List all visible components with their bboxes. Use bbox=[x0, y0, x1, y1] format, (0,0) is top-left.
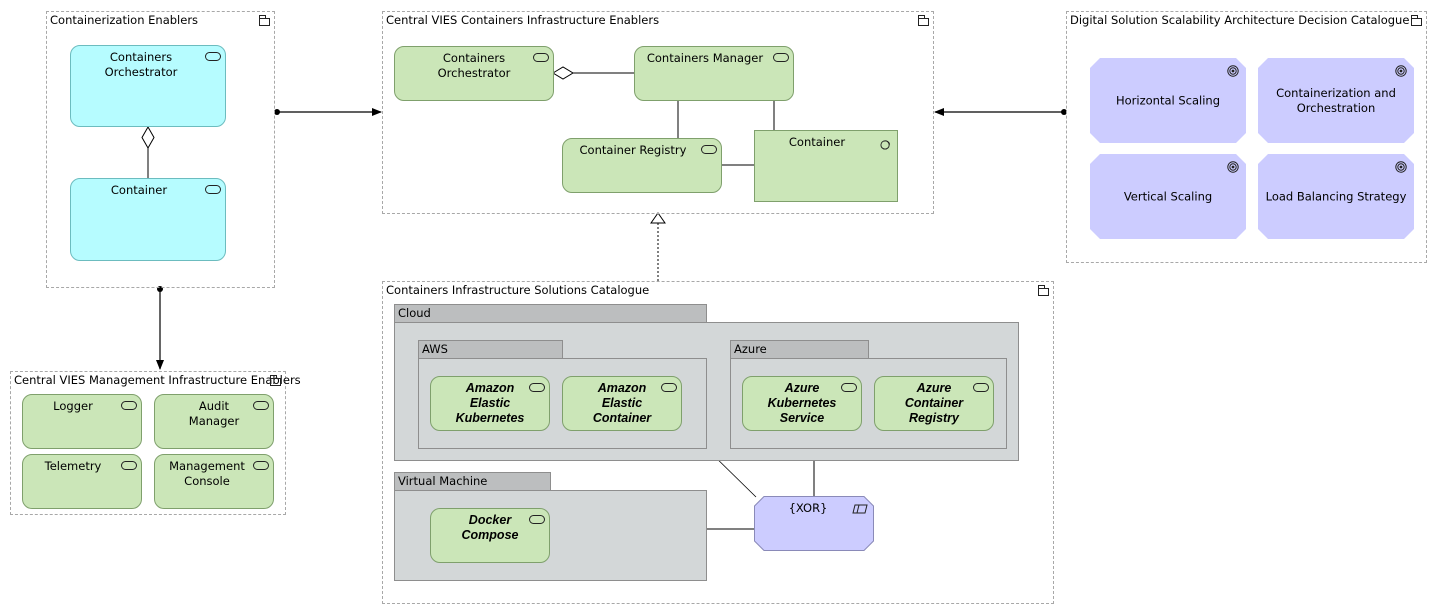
app-service-containers-orchestrator[interactable]: Containers Orchestrator bbox=[394, 46, 554, 101]
service-icon bbox=[533, 53, 549, 62]
service-icon bbox=[841, 383, 857, 392]
element-label: Amazon Elastic Container bbox=[592, 381, 652, 425]
element-label: Container bbox=[788, 135, 846, 149]
goal-load-balancing-strategy[interactable]: Load Balancing Strategy bbox=[1258, 154, 1414, 239]
goal-label: Horizontal Scaling bbox=[1115, 93, 1221, 107]
service-icon bbox=[701, 145, 717, 154]
element-label: Audit Manager bbox=[188, 399, 240, 428]
location-azure-tab[interactable]: Azure bbox=[730, 340, 869, 358]
location-vm-tab[interactable]: Virtual Machine bbox=[394, 472, 551, 490]
service-azure-acr[interactable]: Azure Container Registry bbox=[874, 376, 994, 431]
element-label: Containers Orchestrator bbox=[104, 50, 178, 79]
group-title: Central VIES Management Infrastructure E… bbox=[14, 373, 301, 387]
service-amazon-eks[interactable]: Amazon Elastic Kubernetes bbox=[430, 376, 550, 431]
service-icon bbox=[205, 185, 221, 194]
group-title: Digital Solution Scalability Architectur… bbox=[1070, 13, 1410, 27]
service-icon bbox=[973, 383, 989, 392]
element-label: Containers Manager bbox=[646, 51, 764, 65]
goal-label: Load Balancing Strategy bbox=[1265, 189, 1407, 203]
app-service-audit-manager[interactable]: Audit Manager bbox=[154, 394, 274, 449]
target-icon bbox=[1227, 161, 1239, 173]
service-docker-compose[interactable]: Docker Compose bbox=[430, 508, 550, 563]
folder-icon bbox=[1038, 285, 1049, 296]
target-icon bbox=[1227, 65, 1239, 77]
service-icon bbox=[529, 515, 545, 524]
location-label: Virtual Machine bbox=[398, 474, 488, 488]
element-label: Docker Compose bbox=[461, 513, 519, 542]
element-label: Container bbox=[110, 183, 168, 197]
flow-containerization-to-central[interactable] bbox=[274, 108, 382, 116]
goal-horizontal-scaling[interactable]: Horizontal Scaling bbox=[1090, 58, 1246, 143]
app-service-container-registry[interactable]: Container Registry bbox=[562, 138, 722, 193]
service-icon bbox=[661, 383, 677, 392]
folder-icon bbox=[270, 375, 281, 386]
folder-icon bbox=[918, 15, 929, 26]
service-amazon-ecr[interactable]: Amazon Elastic Container bbox=[562, 376, 682, 431]
goal-label: Vertical Scaling bbox=[1123, 189, 1213, 203]
location-aws-tab[interactable]: AWS bbox=[418, 340, 563, 358]
element-label: Amazon Elastic Kubernetes bbox=[455, 381, 525, 425]
group-title: Containerization Enablers bbox=[50, 13, 199, 27]
app-service-telemetry[interactable]: Telemetry bbox=[22, 454, 142, 509]
constraint-icon bbox=[852, 504, 868, 514]
service-icon bbox=[529, 383, 545, 392]
tech-service-container[interactable]: Container bbox=[70, 178, 226, 261]
service-icon bbox=[253, 461, 269, 470]
service-icon bbox=[773, 53, 789, 62]
group-title: Central VIES Containers Infrastructure E… bbox=[386, 13, 660, 27]
target-icon bbox=[1395, 65, 1407, 77]
service-azure-aks[interactable]: Azure Kubernetes Service bbox=[742, 376, 862, 431]
flow-containerization-to-management[interactable] bbox=[156, 286, 164, 370]
service-icon bbox=[205, 52, 221, 61]
flow-decision-to-central[interactable] bbox=[934, 108, 1067, 116]
app-service-management-console[interactable]: Management Console bbox=[154, 454, 274, 509]
element-label: Container Registry bbox=[579, 143, 687, 157]
element-label: Azure Container Registry bbox=[904, 381, 964, 425]
element-label: Containers Orchestrator bbox=[437, 51, 511, 80]
goal-vertical-scaling[interactable]: Vertical Scaling bbox=[1090, 154, 1246, 239]
location-label: Cloud bbox=[398, 306, 431, 320]
element-label: Logger bbox=[53, 399, 93, 413]
location-label: AWS bbox=[422, 342, 448, 356]
app-service-containers-manager[interactable]: Containers Manager bbox=[634, 46, 794, 101]
service-icon bbox=[121, 461, 137, 470]
target-icon bbox=[1395, 161, 1407, 173]
service-icon bbox=[121, 401, 137, 410]
realization-solutions-to-central[interactable] bbox=[650, 212, 666, 281]
tech-service-containers-orchestrator[interactable]: Containers Orchestrator bbox=[70, 45, 226, 127]
xor-junction[interactable]: {XOR} bbox=[754, 496, 874, 551]
xor-label: {XOR} bbox=[788, 501, 828, 515]
element-label: Management Console bbox=[169, 459, 245, 488]
system-software-icon bbox=[880, 140, 891, 150]
goal-label: Containerization and Orchestration bbox=[1276, 85, 1396, 115]
location-label: Azure bbox=[734, 342, 767, 356]
group-title: Containers Infrastructure Solutions Cata… bbox=[386, 283, 650, 297]
folder-icon bbox=[259, 15, 270, 26]
location-cloud-tab[interactable]: Cloud bbox=[394, 304, 707, 322]
system-software-container[interactable]: Container bbox=[754, 130, 898, 202]
folder-icon bbox=[1411, 15, 1422, 26]
goal-containerization-orchestration[interactable]: Containerization and Orchestration bbox=[1258, 58, 1414, 143]
element-label: Telemetry bbox=[44, 459, 102, 473]
app-service-logger[interactable]: Logger bbox=[22, 394, 142, 449]
service-icon bbox=[253, 401, 269, 410]
element-label: Azure Kubernetes Service bbox=[767, 381, 837, 425]
